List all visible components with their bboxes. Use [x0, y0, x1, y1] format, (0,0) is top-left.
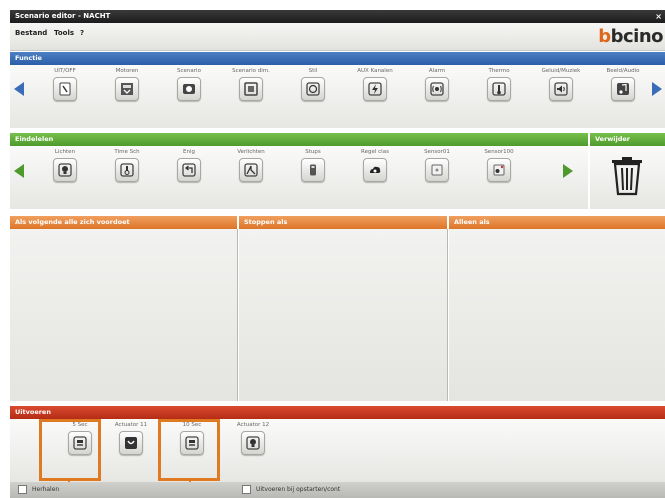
panel-only-if-dropzone[interactable] — [449, 229, 665, 401]
condition-tool-label: Time Sch — [114, 149, 140, 155]
condition-tool[interactable]: Time Sch — [104, 149, 150, 184]
function-tool[interactable]: Motoren — [104, 68, 150, 103]
function-tool[interactable]: Alarm — [414, 68, 460, 103]
condition-tool-label: Sensor01 — [424, 149, 450, 155]
logo-first-letter: b — [598, 26, 611, 47]
condition-tool-label: Verlichten — [237, 149, 265, 155]
condition-tool-label: Regel clas — [361, 149, 389, 155]
startup-label: Uitvoeren bij opstarten/cont — [256, 486, 341, 493]
actions-header: Uitvoeren — [10, 406, 665, 419]
function-tool[interactable]: AUX Kanalen — [352, 68, 398, 103]
cloud-icon[interactable] — [363, 158, 387, 182]
highlight-frame-third-action — [158, 419, 220, 481]
function-tool[interactable]: Thermo — [476, 68, 522, 103]
action-item-label: Actuator 11 — [114, 422, 148, 428]
panel-only-if-header: Alleen als — [449, 216, 665, 229]
condition-tool[interactable]: Stups — [290, 149, 336, 184]
function-tool-label: Scenario dim. — [232, 68, 270, 74]
remove-header: Verwijder — [590, 133, 665, 146]
repeat-label: Herhalen — [32, 486, 60, 493]
action-item-label: Actuator 12 — [236, 422, 270, 428]
condition-tool-label: Enig — [183, 149, 195, 155]
panel-when-header: Als volgende alle zich voordoet — [10, 216, 237, 229]
scenario-module-icon[interactable] — [239, 77, 263, 101]
motor-icon[interactable] — [115, 77, 139, 101]
functions-strip: UIT/OFF Motoren Scenario Scenario dim. S… — [10, 65, 665, 128]
panel-when-dropzone[interactable] — [10, 229, 238, 401]
condition-tool[interactable]: Lichten — [42, 149, 88, 184]
panel-stop-dropzone[interactable] — [239, 229, 448, 401]
panel-stop-header: Stoppen als — [239, 216, 447, 229]
close-icon[interactable]: × — [655, 10, 662, 23]
condition-tool[interactable]: Regel clas — [352, 149, 398, 184]
brand-logo: bbcino — [598, 26, 663, 47]
condition-tool-label: Lichten — [54, 149, 76, 155]
functions-prev-arrow[interactable] — [14, 82, 24, 96]
remove-dropzone[interactable] — [590, 146, 665, 209]
repeat-checkbox[interactable] — [18, 485, 27, 494]
startup-checkbox[interactable] — [242, 485, 251, 494]
condition-tool[interactable]: Enig — [166, 149, 212, 184]
function-tool-label: Stil — [308, 68, 318, 74]
temperature-icon[interactable] — [115, 158, 139, 182]
function-tool[interactable]: Beeld/Audio — [600, 68, 646, 103]
menu-bestand[interactable]: Bestand — [15, 29, 47, 37]
remote-icon[interactable] — [301, 158, 325, 182]
condition-tool-label: Stups — [305, 149, 321, 155]
function-tool-label: Alarm — [428, 68, 446, 74]
conditions-header: Eindelelen — [10, 133, 588, 146]
lightning-icon[interactable] — [363, 77, 387, 101]
window-titlebar: Scenario editor - NACHT × — [10, 10, 665, 23]
conditions-next-arrow[interactable] — [563, 164, 573, 178]
action-item[interactable]: Actuator 11 — [108, 422, 154, 457]
function-tool[interactable]: Scenario — [166, 68, 212, 103]
conditions-strip: Lichten Time Sch Enig Verlichten Stups R… — [10, 146, 588, 209]
lamp-icon[interactable] — [53, 158, 77, 182]
function-tool[interactable]: Stil — [290, 68, 336, 103]
function-tool[interactable]: Geluid/Muziek — [538, 68, 584, 103]
function-tool-label: UIT/OFF — [54, 68, 76, 74]
function-tool-label: Motoren — [115, 68, 139, 74]
status-bar: Herhalen Uitvoeren bij opstarten/cont — [10, 482, 665, 498]
trash-icon[interactable] — [610, 156, 644, 196]
function-tool[interactable]: UIT/OFF — [42, 68, 88, 103]
logo-rest: bcino — [610, 26, 664, 47]
conditions-prev-arrow[interactable] — [14, 164, 24, 178]
cup-icon[interactable] — [119, 431, 143, 455]
function-tool-label: Thermo — [488, 68, 510, 74]
clock-icon[interactable] — [301, 77, 325, 101]
highlight-frame-first-action — [39, 419, 101, 481]
function-tool[interactable]: Scenario dim. — [228, 68, 274, 103]
functions-next-arrow[interactable] — [652, 82, 662, 96]
return-icon[interactable] — [177, 158, 201, 182]
menu-help[interactable]: ? — [80, 29, 84, 37]
curve-icon[interactable] — [239, 158, 263, 182]
menu-bar: Bestand Tools ? bbcino — [10, 23, 665, 51]
switch-icon[interactable] — [53, 77, 77, 101]
lamp-icon[interactable] — [241, 431, 265, 455]
function-tool-label: Beeld/Audio — [606, 68, 640, 74]
music-note-icon[interactable] — [611, 77, 635, 101]
condition-tool[interactable]: Sensor100 — [476, 149, 522, 184]
button-icon[interactable] — [487, 158, 511, 182]
sensor-icon[interactable] — [425, 158, 449, 182]
alarm-icon[interactable] — [425, 77, 449, 101]
condition-tool[interactable]: Verlichten — [228, 149, 274, 184]
thermometer-icon[interactable] — [487, 77, 511, 101]
menu-tools[interactable]: Tools — [54, 29, 74, 37]
action-item[interactable]: Actuator 12 — [230, 422, 276, 457]
window-title: Scenario editor - NACHT — [15, 12, 111, 20]
condition-tool-label: Sensor100 — [484, 149, 514, 155]
actions-strip: 5 Sec Actuator 11 10 Sec Actuator 12 — [10, 419, 665, 482]
function-tool-label: Geluid/Muziek — [541, 68, 581, 74]
scenario-icon[interactable] — [177, 77, 201, 101]
condition-tool[interactable]: Sensor01 — [414, 149, 460, 184]
function-tool-label: AUX Kanalen — [357, 68, 393, 74]
function-tool-label: Scenario — [177, 68, 201, 74]
speaker-icon[interactable] — [549, 77, 573, 101]
functions-header: Functie — [10, 52, 665, 65]
